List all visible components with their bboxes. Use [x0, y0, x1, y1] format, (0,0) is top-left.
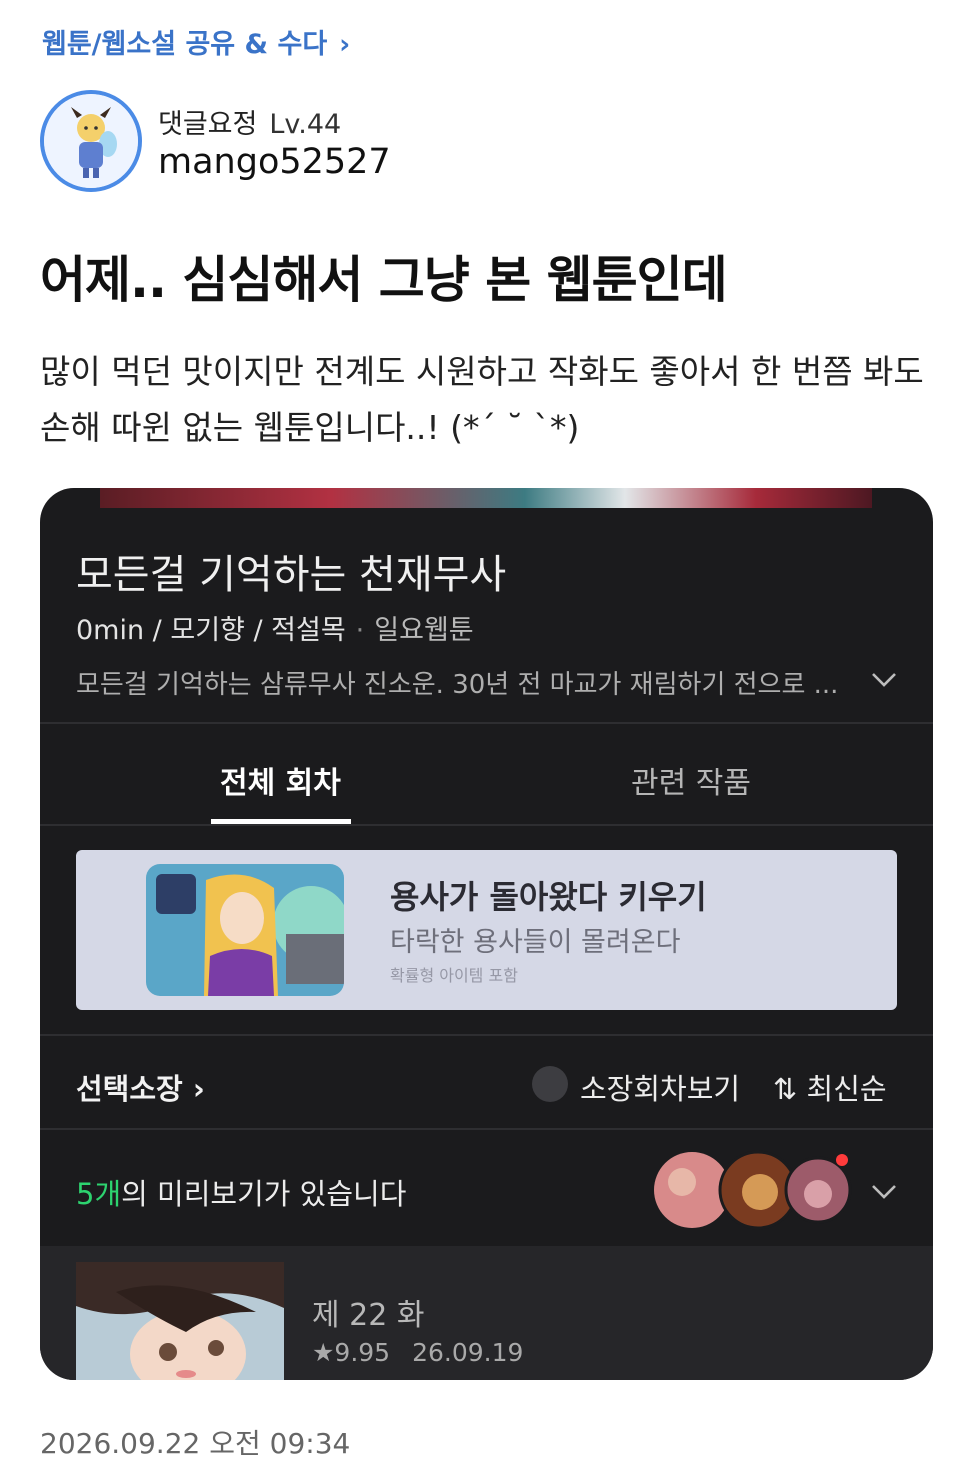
post-timestamp: 2026.09.22 오전 09:34 — [40, 1427, 351, 1460]
author-nickname: 댓글요정 — [158, 109, 258, 140]
episode-row[interactable]: 제 22 화 ★9.95 26.09.19 — [40, 1246, 933, 1380]
episode-title: 제 22 화 — [312, 1298, 425, 1333]
preview-count: 5개 — [76, 1177, 122, 1211]
ad-disclaimer: 확률형 아이템 포함 — [390, 966, 518, 985]
board-label: 웹툰/웹소설 공유 & 수다 — [42, 29, 328, 60]
cover-art-strip — [100, 488, 872, 508]
episode-date: 26.09.19 — [412, 1338, 524, 1367]
webtoon-title: 모든걸 기억하는 천재무사 — [76, 552, 507, 598]
chevron-right-icon: › — [339, 29, 351, 60]
tab-all-episodes[interactable]: 전체 회차 — [220, 758, 341, 802]
serial-day: 일요웹툰 — [374, 615, 474, 646]
attached-screenshot[interactable]: 모든걸 기억하는 천재무사 0min / 모기향 / 적설목 · 일요웹툰 모든걸 … — [40, 488, 933, 1380]
owned-episodes-radio[interactable] — [532, 1066, 568, 1102]
author-id[interactable]: mango52527 — [158, 142, 391, 182]
chevron-down-icon[interactable] — [867, 662, 901, 696]
ad-title: 용사가 돌아왔다 키우기 — [390, 878, 707, 916]
divider — [40, 722, 933, 724]
post-body: 많이 먹던 맛이지만 전계도 시원하고 작화도 좋아서 한 번쯤 봐도 손해 따… — [40, 352, 924, 447]
author-level: Lv.44 — [269, 109, 342, 140]
board-breadcrumb[interactable]: 웹툰/웹소설 공유 & 수다 › — [42, 22, 350, 61]
owned-episodes-label[interactable]: 소장회차보기 — [580, 1066, 740, 1108]
ad-subtitle: 타락한 용사들이 몰려온다 — [390, 927, 681, 958]
preview-text: 의 미리보기가 있습니다 — [121, 1177, 407, 1211]
divider — [40, 824, 933, 826]
episode-rating: ★9.95 — [312, 1338, 391, 1367]
episode-meta: ★9.95 26.09.19 — [312, 1338, 523, 1367]
chevron-down-icon[interactable] — [867, 1174, 901, 1208]
episode-thumbnail-image — [76, 1262, 284, 1380]
divider — [40, 1128, 933, 1130]
sort-latest-button[interactable]: ⇅ 최신순 — [773, 1066, 887, 1108]
creator-names: 0min / 모기향 / 적설목 — [76, 615, 346, 646]
divider — [40, 1034, 933, 1036]
webtoon-creators: 0min / 모기향 / 적설목 · 일요웹툰 — [76, 608, 474, 647]
avatar-character-icon — [44, 94, 138, 188]
webtoon-description: 모든걸 기억하는 삼류무사 진소운. 30년 전 마교가 재림하기 전으로 ..… — [76, 670, 839, 700]
preview-thumbnails[interactable] — [652, 1148, 852, 1230]
post-title: 어제.. 심심해서 그냥 본 웹툰인데 — [40, 251, 728, 309]
notification-dot — [836, 1154, 848, 1166]
select-purchase-button[interactable]: 선택소장 › — [76, 1066, 205, 1108]
ad-banner[interactable]: 용사가 돌아왔다 키우기 타락한 용사들이 몰려온다 확률형 아이템 포함 — [76, 850, 897, 1010]
ad-thumbnail-image — [146, 864, 344, 996]
preview-notice: 5개의 미리보기가 있습니다 — [76, 1171, 406, 1213]
author-avatar[interactable] — [40, 90, 142, 192]
author-meta: 댓글요정 Lv.44 — [158, 102, 341, 141]
separator-dot: · — [355, 615, 365, 646]
tab-related-works[interactable]: 관련 작품 — [631, 758, 751, 802]
